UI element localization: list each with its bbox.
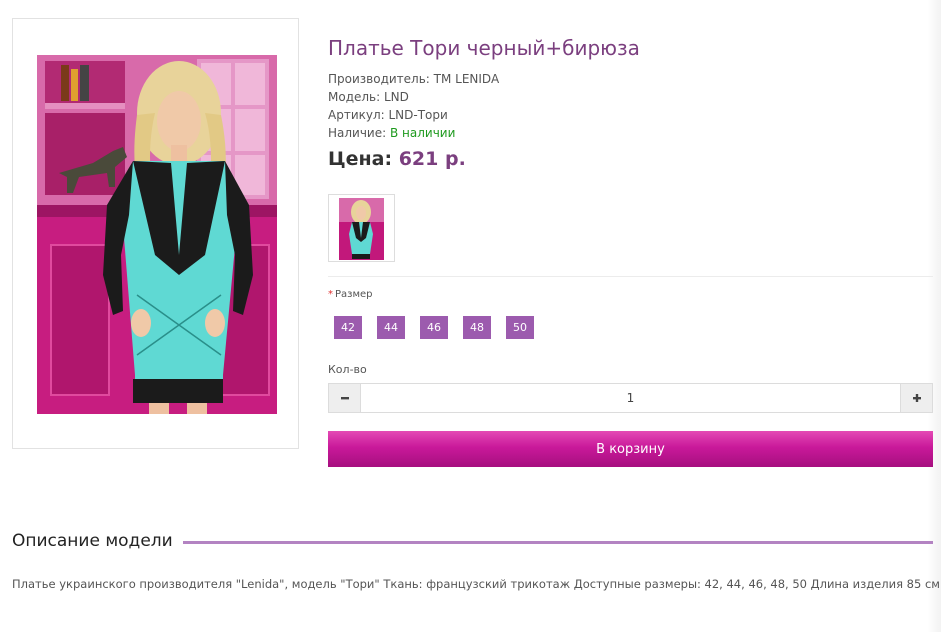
product-photo bbox=[37, 55, 277, 414]
plus-icon bbox=[912, 394, 921, 402]
sku: Артикул: LND-Тори bbox=[328, 108, 448, 122]
size-options: 42 44 46 48 50 bbox=[334, 316, 534, 339]
product-title: Платье Тори черный+бирюза bbox=[328, 36, 640, 60]
manufacturer: Производитель: TM LENIDA bbox=[328, 72, 500, 86]
product-thumbnail[interactable] bbox=[328, 194, 395, 262]
availability: Наличие: В наличии bbox=[328, 124, 499, 142]
thumbnail-photo bbox=[339, 198, 384, 260]
minus-icon bbox=[340, 397, 349, 400]
size-option-46[interactable]: 46 bbox=[420, 316, 448, 339]
product-info: Производитель: TM LENIDA Модель: LND Арт… bbox=[328, 70, 499, 142]
quantity-decrease-button[interactable] bbox=[329, 384, 361, 412]
description-text: Платье украинского производителя "Lenida… bbox=[12, 577, 940, 591]
required-mark: * bbox=[328, 289, 333, 300]
quantity-increase-button[interactable] bbox=[900, 384, 932, 412]
size-option-50[interactable]: 50 bbox=[506, 316, 534, 339]
quantity-label: Кол-во bbox=[328, 363, 367, 376]
price-label: Цена: bbox=[328, 148, 393, 170]
size-option-48[interactable]: 48 bbox=[463, 316, 491, 339]
page-right-shadow bbox=[927, 0, 941, 632]
description-divider bbox=[176, 541, 933, 544]
size-option-44[interactable]: 44 bbox=[377, 316, 405, 339]
description-title: Описание модели bbox=[12, 531, 183, 551]
price-value: 621 р. bbox=[398, 148, 466, 170]
availability-status: В наличии bbox=[390, 126, 456, 140]
add-to-cart-button[interactable]: В корзину bbox=[328, 431, 933, 467]
size-option-42[interactable]: 42 bbox=[334, 316, 362, 339]
options-divider bbox=[328, 276, 933, 277]
quantity-stepper bbox=[328, 383, 933, 413]
model: Модель: LND bbox=[328, 90, 409, 104]
quantity-input[interactable] bbox=[361, 384, 900, 412]
product-main-image[interactable] bbox=[12, 18, 299, 449]
size-label: * Размер bbox=[328, 289, 373, 300]
availability-label: Наличие: bbox=[328, 126, 387, 140]
price: Цена: 621 р. bbox=[328, 148, 466, 170]
size-label-text: Размер bbox=[335, 289, 373, 300]
